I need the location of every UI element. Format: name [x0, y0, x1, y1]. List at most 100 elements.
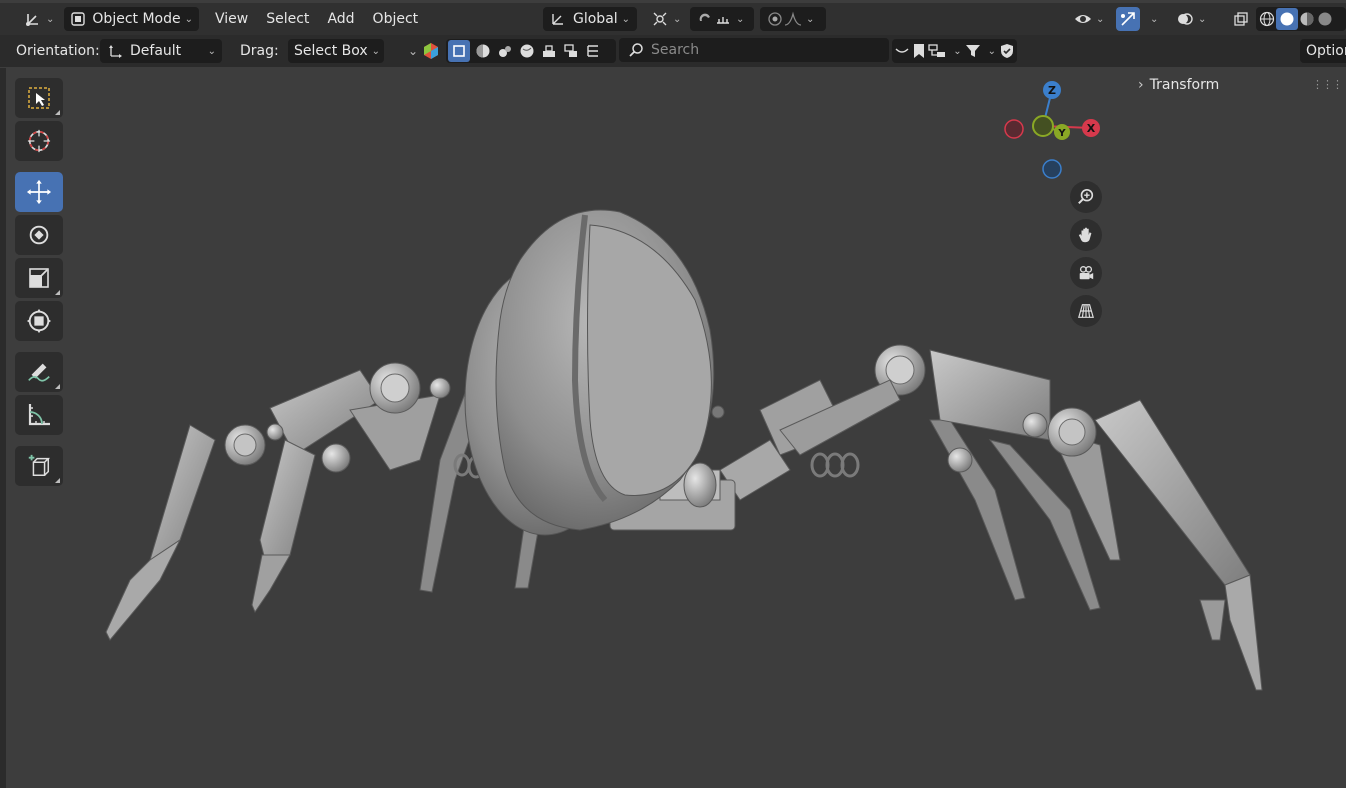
transform-icon [26, 308, 52, 334]
drag-value: Select Box [294, 43, 368, 59]
curve-filter-icon[interactable] [474, 42, 492, 60]
object-mode-icon [70, 10, 86, 28]
tool-settings-bar: Orientation: Default ⌄ Drag: Select Box … [0, 35, 1346, 67]
select-box-icon [27, 86, 51, 110]
hierarchy-icon[interactable] [928, 42, 946, 60]
transform-panel-header[interactable]: › Transform ⋮⋮⋮ [1130, 72, 1346, 98]
menu-object[interactable]: Object [364, 7, 428, 31]
color-wheel-icon[interactable] [422, 42, 440, 60]
pivot-point-button[interactable]: ⌄ [645, 7, 687, 31]
neg-z-axis-handle [1042, 159, 1062, 179]
select-box-tool[interactable] [15, 78, 63, 118]
search-placeholder: Search [651, 42, 700, 58]
chevron-right-icon: › [1138, 77, 1144, 93]
chevron-down-icon: ⌄ [207, 45, 216, 57]
world-filter-icon[interactable] [518, 42, 536, 60]
wireframe-shading-icon[interactable] [1258, 10, 1276, 28]
navigation-gizmo[interactable]: Z Y X [1000, 78, 1110, 188]
search-icon [627, 41, 645, 59]
falloff-curve-icon [784, 10, 802, 28]
tool-options-indicator [55, 110, 60, 115]
proportional-edit-group[interactable]: ⌄ [760, 7, 826, 31]
bookmark-icon[interactable] [913, 42, 925, 60]
viewport-header: ⌄ Object Mode ⌄ View Select Add Object G… [0, 3, 1346, 35]
scale-tool[interactable] [15, 258, 63, 298]
orientation-setting-value: Default [130, 43, 182, 59]
material-shading-icon[interactable] [1298, 10, 1316, 28]
chevron-down-icon: ⌄ [1198, 13, 1207, 25]
rotate-tool[interactable] [15, 215, 63, 255]
transform-panel-title: Transform [1149, 77, 1220, 93]
other-filter-icon[interactable] [584, 42, 602, 60]
annotate-icon [26, 359, 52, 385]
orientation-label: Global [573, 11, 618, 27]
measure-tool[interactable] [15, 395, 63, 435]
axes-icon [24, 10, 42, 28]
menu-add[interactable]: Add [318, 7, 363, 31]
neg-y-axis-handle [1032, 115, 1054, 137]
mode-dropdown[interactable]: Object Mode ⌄ [64, 7, 199, 31]
chevron-down-icon: ⌄ [46, 13, 55, 25]
chevron-down-icon: ⌄ [806, 13, 815, 25]
proportional-edit-icon [766, 10, 784, 28]
chevron-down-icon: ⌄ [371, 45, 381, 57]
drag-handle-icon[interactable]: ⋮⋮⋮ [1312, 78, 1343, 91]
menu-view[interactable]: View [206, 7, 257, 31]
outliner-filter-group[interactable]: ⌄ ⌄ [892, 39, 1017, 63]
add-cube-tool[interactable] [15, 446, 63, 486]
visibility-button[interactable]: ⌄ [1068, 7, 1110, 31]
editor-type-button[interactable]: ⌄ [18, 7, 60, 31]
overlays-icon [1176, 10, 1194, 28]
pivot-icon [651, 10, 669, 28]
gizmo-toggle-button[interactable] [1116, 7, 1140, 31]
header-menus: View Select Add Object [206, 7, 427, 31]
shading-group[interactable] [1256, 7, 1346, 31]
y-axis-label: Y [1057, 128, 1066, 139]
chevron-down-icon: ⌄ [184, 13, 193, 25]
transform-tool[interactable] [15, 301, 63, 341]
rotate-icon [26, 222, 52, 248]
drag-label: Drag: [240, 43, 279, 59]
camera-filter-icon[interactable] [540, 42, 558, 60]
options-label: Option [1306, 43, 1346, 59]
cursor-tool[interactable] [15, 121, 63, 161]
cursor-icon [27, 129, 51, 153]
z-axis-label: Z [1048, 84, 1056, 97]
mesh-filter-icon[interactable] [448, 40, 470, 62]
chevron-down-icon[interactable]: ⌄ [408, 44, 418, 58]
spider-robot-model[interactable] [100, 200, 1280, 700]
chevron-down-icon: ⌄ [1096, 13, 1105, 25]
options-button[interactable]: Option [1300, 39, 1346, 63]
transform-orientation-dropdown[interactable]: Global ⌄ [543, 7, 637, 31]
orientation-icon [549, 10, 567, 28]
empty-filter-icon[interactable] [562, 42, 580, 60]
annotate-tool[interactable] [15, 352, 63, 392]
tool-options-indicator [55, 384, 60, 389]
snap-magnet-icon [696, 10, 714, 28]
menu-select[interactable]: Select [257, 7, 318, 31]
light-filter-icon[interactable] [496, 42, 514, 60]
scale-icon [27, 266, 51, 290]
move-tool[interactable] [15, 172, 63, 212]
chevron-down-icon: ⌄ [621, 13, 631, 25]
drag-dropdown[interactable]: Select Box ⌄ [288, 39, 384, 63]
rendered-shading-icon[interactable] [1316, 10, 1334, 28]
selectability-filter-group[interactable] [446, 39, 616, 63]
filter-icon[interactable] [965, 42, 981, 60]
snap-increment-icon [714, 10, 732, 28]
x-axis-label: X [1087, 122, 1096, 135]
search-input[interactable]: Search [619, 38, 889, 62]
solid-shading-icon[interactable] [1276, 8, 1298, 30]
snap-group[interactable]: ⌄ [690, 7, 754, 31]
overlays-button[interactable]: ⌄ [1170, 7, 1212, 31]
chevron-down-icon: ⌄ [736, 13, 745, 25]
shield-check-icon[interactable] [999, 42, 1015, 60]
xray-button[interactable] [1226, 7, 1256, 31]
orientation-setting-label: Orientation: [16, 43, 100, 59]
orientation-setting-dropdown[interactable]: Default ⌄ [100, 39, 222, 63]
tool-shelf [15, 78, 65, 489]
sort-icon[interactable] [894, 42, 910, 60]
xray-icon [1232, 10, 1250, 28]
chevron-down-icon: ⌄ [987, 45, 996, 57]
chevron-down-icon[interactable]: ⌄ [1150, 14, 1158, 25]
